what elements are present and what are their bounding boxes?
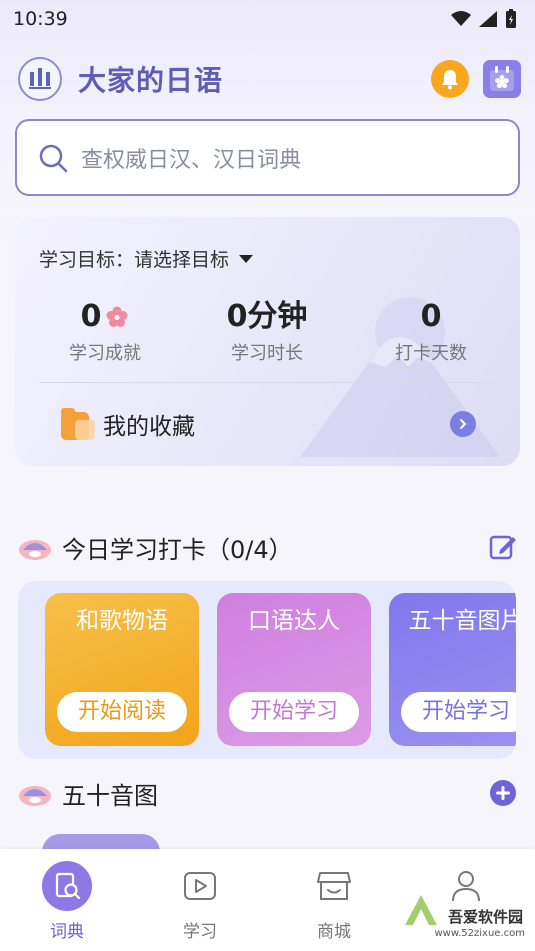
watermark-url: www.52zixue.com (434, 928, 526, 939)
task-name: 口语达人 (248, 608, 340, 634)
nav-shop[interactable]: 商城 (284, 861, 384, 942)
gojuon-title: 五十音图 (62, 781, 158, 810)
fuji-hat-icon (19, 540, 51, 560)
task-card-gojuon[interactable]: 五十音图片 开始学习 (389, 593, 516, 746)
task-card-speaking[interactable]: 口语达人 开始学习 (217, 593, 371, 746)
fuji-hat-icon (19, 786, 51, 806)
task-name: 和歌物语 (76, 608, 168, 634)
stat-value: 0 (80, 299, 102, 334)
search-placeholder: 查权威日汉、汉日词典 (81, 147, 302, 173)
study-goal-selector[interactable]: 学习目标： 请选择目标 (39, 245, 254, 272)
signal-icon (479, 11, 497, 27)
stat-label: 学习时长 (231, 343, 303, 364)
add-gojuon-button[interactable] (489, 779, 517, 811)
task-name: 五十音图片 (408, 608, 517, 634)
app-logo (18, 57, 62, 101)
checkin-cards-scroller[interactable]: 和歌物语 开始阅读 口语达人 开始学习 五十音图片 开始学习 (18, 581, 516, 759)
start-learning-button[interactable]: 开始学习 (229, 692, 359, 732)
checkin-title: 今日学习打卡（0/4） (62, 535, 293, 564)
dictionary-search-input[interactable]: 查权威日汉、汉日词典 (15, 119, 520, 196)
app-header: 大家的日语 (18, 50, 521, 108)
wifi-icon (451, 11, 471, 26)
gojuon-section-header: 五十音图 (18, 773, 158, 813)
stat-label: 学习成就 (69, 343, 141, 364)
edit-checkin-button[interactable] (489, 533, 517, 565)
study-summary-card: 学习目标： 请选择目标 0 学习成就 0分钟 学习时长 0 打卡天数 我的收藏 (15, 217, 520, 466)
search-icon (39, 144, 68, 172)
study-stats: 0 学习成就 0分钟 学习时长 0 打卡天数 (15, 299, 520, 369)
goal-label: 学习目标： (39, 249, 135, 271)
watermark-logo-icon (405, 895, 437, 925)
sakura-icon (106, 306, 128, 327)
nav-dictionary[interactable]: 词典 (17, 861, 117, 942)
nav-label: 学习 (183, 922, 217, 942)
status-time: 10:39 (13, 8, 68, 30)
battery-icon (506, 9, 516, 28)
status-bar: 10:39 (0, 0, 535, 38)
dictionary-icon (42, 861, 92, 911)
start-reading-button[interactable]: 开始阅读 (57, 692, 187, 732)
play-video-icon (184, 872, 216, 900)
status-icons (451, 9, 517, 29)
notification-button[interactable] (431, 60, 469, 98)
stat-checkin-days[interactable]: 0 打卡天数 (351, 299, 511, 365)
calendar-button[interactable] (483, 60, 521, 98)
caret-down-icon (239, 254, 254, 263)
edit-icon (489, 535, 516, 560)
stat-achievements[interactable]: 0 学习成就 (25, 299, 185, 365)
app-title: 大家的日语 (78, 64, 224, 97)
chevron-right-icon (450, 411, 476, 437)
stat-value: 0 (420, 299, 442, 334)
start-learning-button[interactable]: 开始学习 (401, 692, 516, 732)
store-icon (317, 872, 351, 900)
folder-icon (61, 408, 95, 440)
goal-value: 请选择目标 (134, 249, 230, 271)
divider (39, 382, 497, 383)
stat-label: 打卡天数 (395, 343, 467, 364)
stat-value: 0分钟 (226, 299, 308, 334)
calendar-icon (490, 66, 514, 91)
site-watermark: 吾爱软件园 www.52zixue.com (401, 885, 529, 943)
favorites-label: 我的收藏 (103, 414, 195, 440)
checkin-section-header: 今日学习打卡（0/4） (18, 527, 293, 567)
watermark-name: 吾爱软件园 (447, 908, 523, 926)
nav-label: 商城 (317, 922, 351, 942)
task-card-waka[interactable]: 和歌物语 开始阅读 (45, 593, 199, 746)
bell-icon (442, 70, 458, 90)
plus-circle-icon (490, 780, 516, 806)
nav-label: 词典 (50, 922, 84, 942)
stat-study-time[interactable]: 0分钟 学习时长 (187, 299, 347, 365)
favorites-row[interactable]: 我的收藏 (61, 402, 476, 446)
nav-study[interactable]: 学习 (150, 861, 250, 942)
